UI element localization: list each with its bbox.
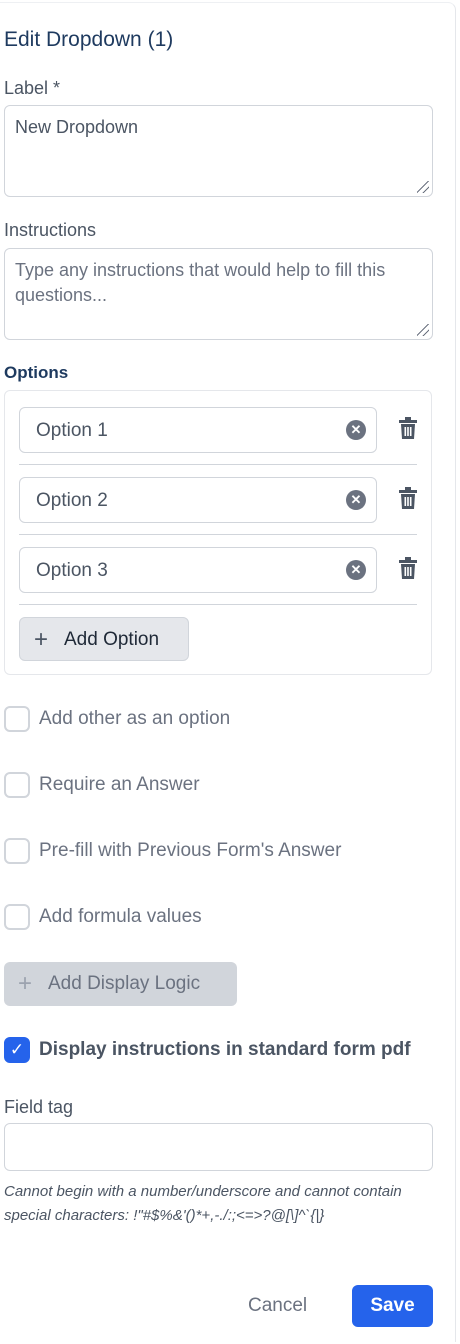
add-option-label: Add Option [64, 629, 160, 650]
resize-handle-icon[interactable] [417, 181, 429, 193]
checkbox[interactable] [4, 838, 30, 864]
option-divider [19, 464, 417, 465]
add-display-logic-button[interactable]: + Add Display Logic [4, 962, 237, 1006]
option-value: Option 2 [36, 490, 108, 511]
checkbox[interactable] [4, 772, 30, 798]
trash-icon[interactable] [397, 557, 419, 581]
label-textarea-value: New Dropdown [15, 117, 139, 137]
instructions-textarea[interactable]: Type any instructions that would help to… [4, 248, 433, 340]
checkbox-label: Require an Answer [39, 774, 200, 795]
x-circle-icon[interactable]: ✕ [346, 490, 366, 510]
option-value: Option 3 [36, 560, 108, 581]
trash-icon[interactable] [397, 487, 419, 511]
options-container: Option 1 ✕ Option 2 ✕ Option 3 ✕ + Add O… [4, 390, 432, 675]
page-title: Edit Dropdown (1) [4, 28, 174, 51]
label-textarea[interactable]: New Dropdown [4, 105, 433, 197]
option-input[interactable]: Option 3 ✕ [19, 547, 377, 593]
add-option-button[interactable]: + Add Option [19, 617, 189, 661]
checkbox-label: Display instructions in standard form pd… [39, 1039, 411, 1060]
option-divider [19, 604, 417, 605]
checkbox-label: Pre-fill with Previous Form's Answer [39, 840, 342, 861]
field-tag-label: Field tag [4, 1097, 74, 1117]
x-circle-icon[interactable]: ✕ [346, 420, 366, 440]
checkbox[interactable] [4, 706, 30, 732]
option-input[interactable]: Option 2 ✕ [19, 477, 377, 523]
field-tag-input[interactable] [4, 1123, 433, 1171]
option-divider [19, 534, 417, 535]
cancel-button[interactable]: Cancel [248, 1295, 307, 1317]
add-display-logic-label: Add Display Logic [48, 973, 201, 994]
save-button[interactable]: Save [352, 1285, 433, 1327]
resize-handle-icon[interactable] [417, 324, 429, 336]
trash-icon[interactable] [397, 417, 419, 441]
x-circle-icon[interactable]: ✕ [346, 560, 366, 580]
checkbox-label: Add formula values [39, 906, 202, 927]
instructions-placeholder: Type any instructions that would help to… [15, 260, 386, 305]
plus-icon: + [18, 970, 33, 997]
instructions-field-label: Instructions [4, 220, 97, 240]
field-tag-hint: Cannot begin with a number/underscore an… [4, 1183, 402, 1224]
options-title: Options [4, 363, 69, 382]
check-icon[interactable]: ✓ [4, 1037, 30, 1063]
option-input[interactable]: Option 1 ✕ [19, 407, 377, 453]
checkbox[interactable] [4, 904, 30, 930]
label-field-label: Label * [4, 78, 61, 98]
plus-icon: + [34, 626, 49, 653]
option-value: Option 1 [36, 420, 108, 441]
checkbox-label: Add other as an option [39, 708, 231, 729]
